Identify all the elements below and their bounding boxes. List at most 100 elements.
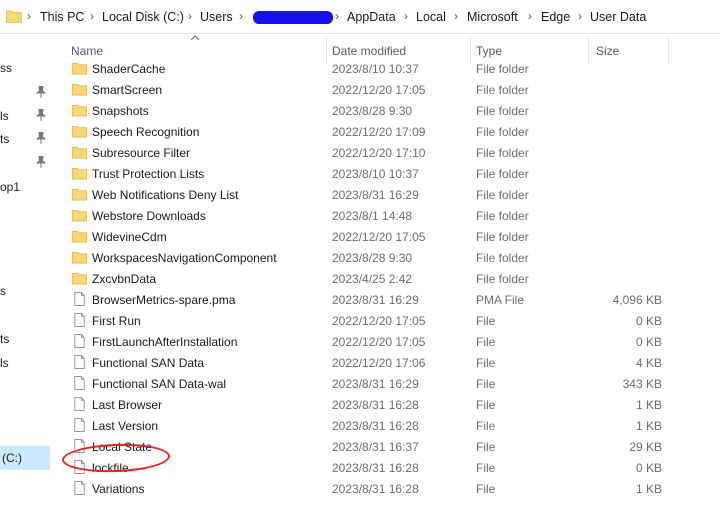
file-row[interactable]: Snapshots 2023/8/28 9:30 File folder <box>62 100 720 121</box>
chevron-right-icon[interactable]: › <box>578 9 582 23</box>
file-type: File <box>476 335 496 349</box>
folder-icon <box>6 10 22 23</box>
column-size[interactable]: Size <box>596 44 619 58</box>
nav-item-local-disk[interactable]: (C:) <box>0 446 50 470</box>
file-size: 343 KB <box>622 377 662 391</box>
file-date-modified: 2023/4/25 2:42 <box>332 272 413 286</box>
file-type: File folder <box>476 209 529 223</box>
file-size: 0 KB <box>635 461 662 475</box>
nav-item[interactable]: ls <box>0 109 9 123</box>
column-date-modified[interactable]: Date modified <box>332 44 406 58</box>
file-row[interactable]: Functional SAN Data-wal 2023/8/31 16:29 Fi… <box>62 373 720 394</box>
file-date-modified: 2023/8/28 9:30 <box>332 104 413 118</box>
chevron-right-icon[interactable]: › <box>528 9 532 23</box>
nav-item[interactable]: ls <box>0 356 9 370</box>
breadcrumb-microsoft[interactable]: Microsoft <box>467 10 518 24</box>
address-bar[interactable]: › This PC › Local Disk (C:) › Users › › … <box>0 0 720 34</box>
folder-icon <box>72 82 87 97</box>
breadcrumb-user-data[interactable]: User Data <box>590 10 646 24</box>
file-date-modified: 2023/8/1 14:48 <box>332 209 413 223</box>
file-type: File folder <box>476 62 529 76</box>
file-row[interactable]: Functional SAN Data 2022/12/20 17:06 File 4… <box>62 352 720 373</box>
file-name: Functional SAN Data-wal <box>92 377 227 391</box>
file-name: Subresource Filter <box>92 146 191 160</box>
file-type: File folder <box>476 272 529 286</box>
navigation-pane: ss ls ts op1 s ts ls (C:) <box>0 34 50 515</box>
chevron-right-icon[interactable]: › <box>404 9 408 23</box>
file-date-modified: 2023/8/10 10:37 <box>332 62 419 76</box>
breadcrumb-this-pc[interactable]: This PC <box>40 10 84 24</box>
file-date-modified: 2022/12/20 17:05 <box>332 230 426 244</box>
breadcrumb-appdata[interactable]: AppData <box>347 10 396 24</box>
file-row[interactable]: FirstLaunchAfterInstallation 2022/12/20 1… <box>62 331 720 352</box>
file-icon <box>72 376 87 391</box>
breadcrumb-users[interactable]: Users <box>200 10 233 24</box>
redacted-username <box>253 11 333 24</box>
file-size: 4 KB <box>635 356 662 370</box>
pin-icon <box>36 86 46 98</box>
file-name: SmartScreen <box>92 83 163 97</box>
column-name[interactable]: Name <box>71 44 103 58</box>
file-row[interactable]: Last Version 2023/8/31 16:28 File 1 KB <box>62 415 720 436</box>
folder-icon <box>72 208 87 223</box>
file-row[interactable]: Speech Recognition 2022/12/20 17:09 File f… <box>62 121 720 142</box>
nav-item[interactable]: s <box>0 284 6 298</box>
file-row[interactable]: WidevineCdm 2022/12/20 17:05 File folder <box>62 226 720 247</box>
chevron-right-icon[interactable]: › <box>90 9 94 23</box>
file-name: BrowserMetrics-spare.pma <box>92 293 236 307</box>
file-date-modified: 2022/12/20 17:09 <box>332 125 426 139</box>
file-name: Webstore Downloads <box>92 209 206 223</box>
file-row[interactable]: Webstore Downloads 2023/8/1 14:48 File fol… <box>62 205 720 226</box>
file-row[interactable]: Subresource Filter 2022/12/20 17:10 File f… <box>62 142 720 163</box>
file-type: File folder <box>476 167 529 181</box>
nav-item[interactable]: ts <box>0 132 9 146</box>
file-date-modified: 2022/12/20 17:05 <box>332 314 426 328</box>
file-row[interactable]: First Run 2022/12/20 17:05 File 0 KB <box>62 310 720 331</box>
file-type: File folder <box>476 230 529 244</box>
chevron-right-icon[interactable]: › <box>239 9 243 23</box>
breadcrumb-local[interactable]: Local <box>416 10 446 24</box>
file-row[interactable]: Trust Protection Lists 2023/8/10 10:37 Fil… <box>62 163 720 184</box>
chevron-right-icon[interactable]: › <box>27 9 31 23</box>
file-size: 4,096 KB <box>612 293 662 307</box>
file-row[interactable]: ZxcvbnData 2023/4/25 2:42 File folder <box>62 268 720 289</box>
folder-icon <box>72 229 87 244</box>
file-date-modified: 2022/12/20 17:05 <box>332 83 426 97</box>
pin-icon <box>36 156 46 168</box>
file-row[interactable]: WorkspacesNavigationComponent 2023/8/28 9… <box>62 247 720 268</box>
nav-item[interactable]: op1 <box>0 180 20 194</box>
file-icon <box>72 481 87 496</box>
sort-ascending-icon <box>190 35 200 41</box>
file-date-modified: 2022/12/20 17:10 <box>332 146 426 160</box>
folder-icon <box>72 61 87 76</box>
file-row[interactable]: Variations 2023/8/31 16:28 File 1 KB <box>62 478 720 499</box>
nav-item[interactable]: ts <box>0 332 9 346</box>
file-row[interactable]: BrowserMetrics-spare.pma 2023/8/31 16:29 P… <box>62 289 720 310</box>
pin-icon <box>36 109 46 121</box>
file-type: File folder <box>476 188 529 202</box>
file-name: First Run <box>92 314 141 328</box>
file-name: Functional SAN Data <box>92 356 205 370</box>
folder-icon <box>72 124 87 139</box>
file-row[interactable]: ShaderCache 2023/8/10 10:37 File folder <box>62 58 720 79</box>
file-type: File <box>476 482 496 496</box>
chevron-right-icon[interactable]: › <box>188 9 192 23</box>
chevron-right-icon[interactable]: › <box>454 9 458 23</box>
folder-icon <box>72 250 87 265</box>
file-date-modified: 2022/12/20 17:06 <box>332 356 426 370</box>
nav-item[interactable]: ss <box>0 61 12 75</box>
file-size: 1 KB <box>635 398 662 412</box>
column-type[interactable]: Type <box>476 44 502 58</box>
file-icon <box>72 418 87 433</box>
folder-icon <box>72 187 87 202</box>
file-name: Last Browser <box>92 398 163 412</box>
breadcrumb-edge[interactable]: Edge <box>541 10 570 24</box>
file-size: 1 KB <box>635 482 662 496</box>
file-row[interactable]: Web Notifications Deny List 2023/8/31 16:… <box>62 184 720 205</box>
file-row[interactable]: Last Browser 2023/8/31 16:28 File 1 KB <box>62 394 720 415</box>
file-row[interactable]: SmartScreen 2022/12/20 17:05 File folder <box>62 79 720 100</box>
file-type: File <box>476 314 496 328</box>
breadcrumb-local-disk[interactable]: Local Disk (C:) <box>102 10 184 24</box>
pin-icon <box>36 132 46 144</box>
chevron-right-icon[interactable]: › <box>335 9 339 23</box>
